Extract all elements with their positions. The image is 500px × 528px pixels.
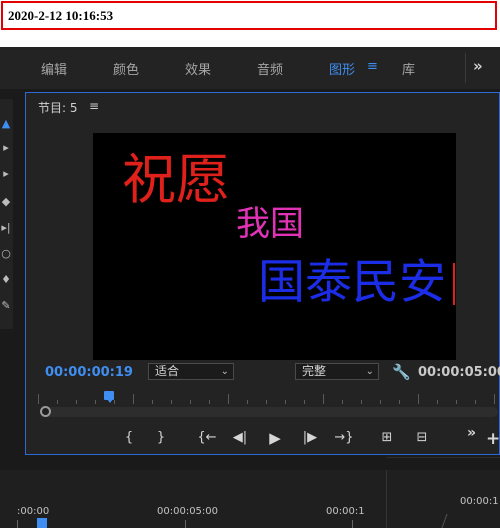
- tool-strip: ▲ ▸ ▸ ◆ ▸| ○ ♦ ✎: [0, 99, 13, 329]
- timeline-tick: [17, 520, 18, 528]
- ruler-tick: [247, 400, 248, 404]
- duration-timecode: 00:00:05:00: [418, 365, 500, 380]
- zoom-dropdown-value: 适合: [155, 364, 180, 378]
- add-button-icon[interactable]: +: [486, 429, 500, 449]
- type-tool-icon[interactable]: ✎: [0, 299, 12, 313]
- text-cursor: [453, 263, 455, 305]
- workspace-divider: [465, 53, 466, 83]
- step-back-button[interactable]: ◀|: [229, 430, 251, 446]
- ruler-tick: [285, 400, 286, 404]
- wrench-icon[interactable]: 🔧: [392, 363, 411, 381]
- ruler-tick: [361, 400, 362, 404]
- go-to-out-button[interactable]: →}: [333, 430, 355, 446]
- quality-dropdown-value: 完整: [302, 364, 327, 378]
- ruler-tick: [133, 394, 134, 404]
- timeline-time-label: :00:00: [17, 506, 50, 517]
- go-to-in-button[interactable]: {←: [196, 430, 218, 446]
- timeline-playhead[interactable]: [37, 518, 47, 528]
- current-timecode[interactable]: 00:00:00:19: [45, 365, 133, 380]
- chevron-down-icon: ⌄: [220, 366, 229, 377]
- zoom-dropdown[interactable]: 适合 ⌄: [148, 363, 234, 380]
- ruler-tick: [494, 394, 495, 404]
- pen-tool-icon[interactable]: ○: [0, 247, 12, 261]
- ruler-tick: [418, 394, 419, 404]
- ruler-tick: [456, 400, 457, 404]
- timeline-time-label: 00:00:05:00: [157, 506, 219, 517]
- workspace-tab-graphics[interactable]: 图形: [329, 59, 355, 78]
- video-text-line-3: 国泰民安: [258, 255, 446, 310]
- chevron-down-icon: ⌄: [365, 366, 374, 377]
- ruler-tick: [114, 400, 115, 404]
- ruler-tick: [304, 400, 305, 404]
- monitor-playhead-tip: [107, 399, 113, 403]
- workspace-tab-libraries[interactable]: 库: [402, 59, 415, 78]
- overwrite-button[interactable]: ⊟: [411, 430, 433, 446]
- zoom-scrollbar[interactable]: [40, 407, 498, 417]
- mark-in-button[interactable]: {: [118, 430, 140, 446]
- selection-tool-icon[interactable]: ▲: [0, 117, 12, 131]
- hand-tool-icon[interactable]: ♦: [0, 273, 12, 287]
- timestamp-text: 2020-2-12 10:16:53: [8, 8, 114, 23]
- ruler-tick: [228, 394, 229, 404]
- workspace-menu-icon[interactable]: ≡: [367, 59, 378, 74]
- timeline-ruler[interactable]: :00:00 00:00:05:00 00:00:1: [0, 470, 500, 528]
- timestamp-bar: 2020-2-12 10:16:53: [0, 0, 500, 34]
- ruler-tick: [190, 400, 191, 404]
- video-preview[interactable]: 祝愿 我国 国泰民安: [93, 133, 456, 360]
- track-select-tool-icon[interactable]: ▸: [0, 141, 12, 155]
- ruler-tick: [323, 394, 324, 404]
- ruler-tick: [38, 394, 39, 404]
- ruler-tick: [152, 400, 153, 404]
- timeline-tick: [185, 520, 186, 528]
- workspace-tab-audio[interactable]: 音频: [257, 59, 283, 78]
- ruler-tick: [437, 400, 438, 404]
- ruler-tick: [399, 400, 400, 404]
- ruler-tick: [475, 400, 476, 404]
- ruler-tick: [342, 400, 343, 404]
- timeline-header-right: [386, 457, 500, 470]
- ruler-tick: [380, 400, 381, 404]
- razor-tool-icon[interactable]: ◆: [0, 195, 12, 209]
- timeline-divider: [386, 470, 387, 528]
- ruler-tick: [171, 400, 172, 404]
- ruler-tick: [76, 400, 77, 404]
- step-forward-button[interactable]: |▶: [299, 430, 321, 446]
- workspace-tab-effects[interactable]: 效果: [185, 59, 211, 78]
- monitor-time-ruler[interactable]: [38, 390, 500, 406]
- play-button[interactable]: ▶: [264, 430, 286, 446]
- slip-tool-icon[interactable]: ▸|: [0, 221, 12, 235]
- timeline-tick: [352, 520, 353, 528]
- workspace-tab-color[interactable]: 颜色: [113, 59, 139, 78]
- timeline-time-label: 00:00:1: [460, 496, 499, 507]
- panel-title[interactable]: 节目: 5: [38, 99, 78, 116]
- workspace-bar: 编辑 颜色 效果 音频 图形 ≡ 库 »: [0, 47, 500, 89]
- video-text-line-1: 祝愿: [122, 148, 230, 211]
- ruler-tick: [57, 400, 58, 404]
- timeline-time-label: 00:00:1: [326, 506, 365, 517]
- timestamp-box: 2020-2-12 10:16:53: [1, 1, 497, 30]
- ruler-tick: [266, 400, 267, 404]
- program-monitor-panel: 节目: 5 ≡ 祝愿 我国 国泰民安 00:00:00:19 适合 ⌄ 完整 ⌄…: [25, 92, 500, 455]
- ripple-edit-tool-icon[interactable]: ▸: [0, 167, 12, 181]
- double-chevron-right-icon[interactable]: »: [467, 425, 476, 441]
- video-text-line-2: 我国: [236, 204, 304, 244]
- panel-menu-icon[interactable]: ≡: [89, 99, 99, 113]
- zoom-scrollbar-handle[interactable]: [40, 406, 51, 417]
- quality-dropdown[interactable]: 完整 ⌄: [295, 363, 379, 380]
- ruler-tick: [209, 400, 210, 404]
- workspace-tab-edit[interactable]: 编辑: [41, 59, 67, 78]
- mark-out-button[interactable]: }: [150, 430, 172, 446]
- insert-button[interactable]: ⊞: [376, 430, 398, 446]
- ruler-tick: [95, 400, 96, 404]
- double-chevron-right-icon[interactable]: »: [473, 57, 483, 75]
